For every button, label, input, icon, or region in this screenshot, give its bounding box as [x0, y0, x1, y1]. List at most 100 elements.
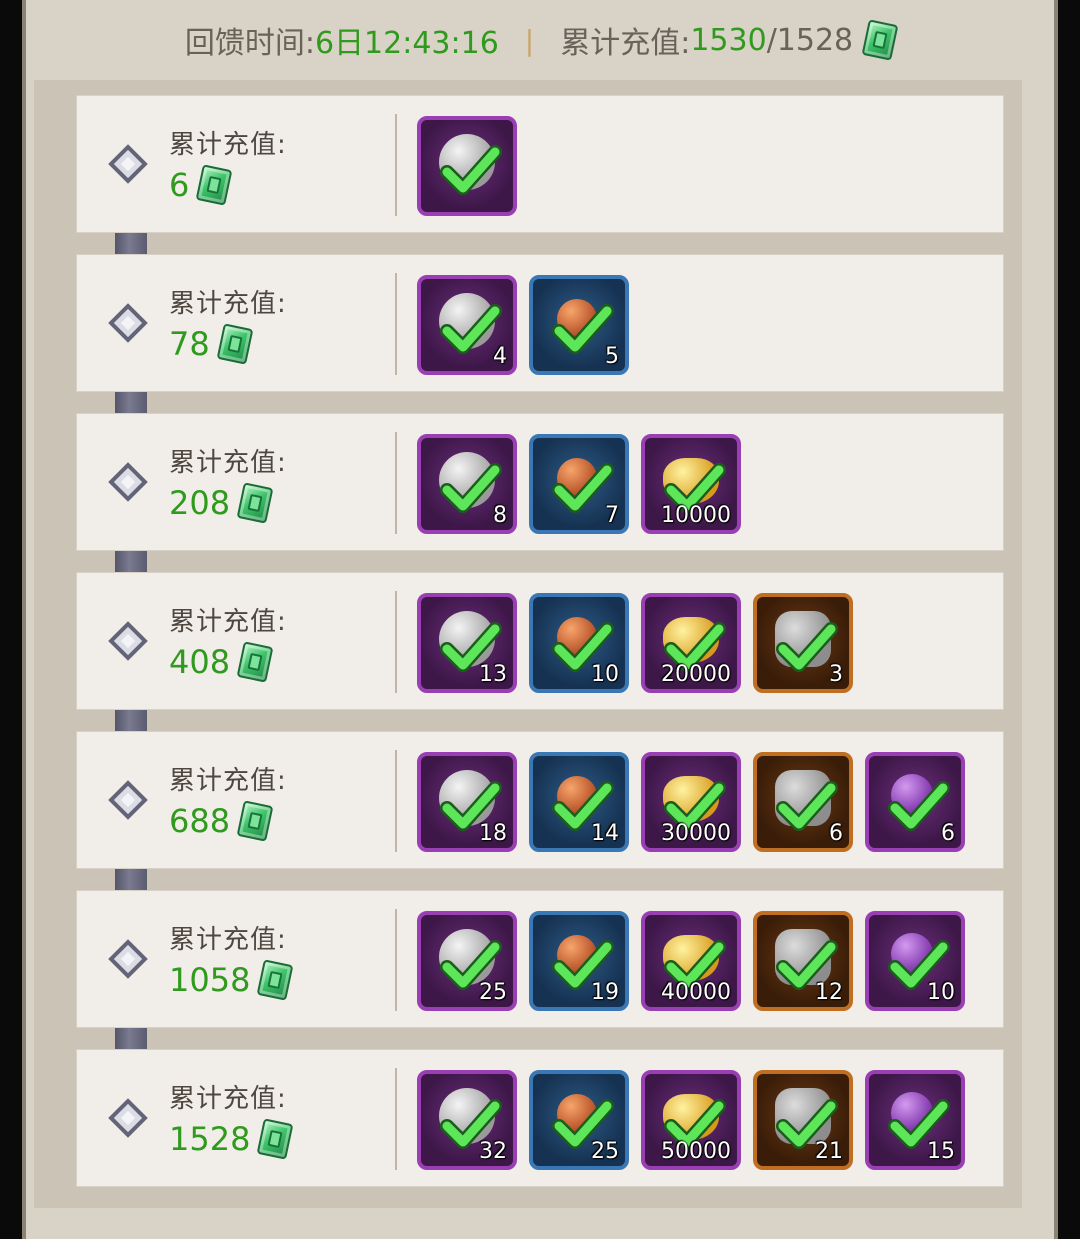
tier-amount-value: 1528: [169, 1120, 251, 1158]
reward-item-gold-ingot[interactable]: 30000: [641, 752, 741, 852]
tier-row: 累计充值: 6: [76, 95, 1004, 233]
reward-quantity: 10: [591, 662, 619, 687]
tier-label: 累计充值:: [169, 448, 287, 478]
header-bar: 回馈时间: 6日12:43:16 | 累计充值: 1530 /1528: [26, 10, 1054, 70]
recharge-target: /1528: [766, 22, 854, 58]
tier-amount: 6: [169, 164, 233, 206]
reward-item-ore[interactable]: 12: [753, 911, 853, 1011]
jade-gem-icon: [861, 19, 899, 61]
reward-item-purple-gem[interactable]: 15: [865, 1070, 965, 1170]
row-divider: [395, 909, 397, 1011]
reward-items: [417, 116, 517, 216]
tier-amount-value: 6: [169, 166, 190, 204]
tier-amount: 408: [169, 641, 274, 683]
reward-item-copper-orb[interactable]: 25: [529, 1070, 629, 1170]
reward-item-gold-ingot[interactable]: 40000: [641, 911, 741, 1011]
reward-quantity: 12: [815, 980, 843, 1005]
reward-quantity: 50000: [661, 1139, 731, 1164]
jade-gem-icon: [236, 800, 274, 842]
reward-item-silver-coin[interactable]: 4: [417, 275, 517, 375]
tier-row: 累计充值: 208 8 7 10000: [76, 413, 1004, 551]
reward-quantity: 6: [829, 821, 843, 846]
tier-row: 累计充值: 408 13 10 20000 3: [76, 572, 1004, 710]
tier-row: 累计充值: 1528 32 25 50000 21 15: [76, 1049, 1004, 1187]
reward-quantity: 5: [605, 344, 619, 369]
jade-gem-icon: [236, 641, 274, 683]
tier-amount-value: 408: [169, 643, 231, 681]
reward-item-copper-orb[interactable]: 19: [529, 911, 629, 1011]
row-divider: [395, 114, 397, 216]
reward-item-ore[interactable]: 3: [753, 593, 853, 693]
reward-items: 25 19 40000 12 10: [417, 911, 965, 1011]
tier-amount: 208: [169, 482, 274, 524]
jade-gem-icon: [257, 959, 294, 1001]
reward-item-purple-gem[interactable]: 6: [865, 752, 965, 852]
tier-amount-value: 688: [169, 802, 231, 840]
reward-quantity: 6: [941, 821, 955, 846]
reward-quantity: 25: [479, 980, 507, 1005]
tier-amount-value: 1058: [169, 961, 251, 999]
reward-item-gold-ingot[interactable]: 50000: [641, 1070, 741, 1170]
tier-label: 累计充值:: [169, 130, 287, 160]
reward-items: 45: [417, 275, 629, 375]
reward-item-silver-coin[interactable]: 13: [417, 593, 517, 693]
header-divider: |: [524, 23, 535, 57]
reward-item-copper-orb[interactable]: 10: [529, 593, 629, 693]
reward-item-purple-gem[interactable]: 10: [865, 911, 965, 1011]
time-value: 6日12:43:16: [314, 26, 499, 61]
row-divider: [395, 432, 397, 534]
reward-items: 32 25 50000 21 15: [417, 1070, 965, 1170]
tier-amount-value: 78: [169, 325, 210, 363]
tier-label: 累计充值:: [169, 289, 287, 319]
reward-items: 13 10 20000 3: [417, 593, 853, 693]
jade-gem-icon: [216, 323, 254, 365]
reward-quantity: 13: [479, 662, 507, 687]
tier-label: 累计充值:: [169, 607, 287, 637]
tier-amount: 78: [169, 323, 254, 365]
reward-quantity: 4: [493, 344, 507, 369]
tier-amount: 688: [169, 800, 274, 842]
reward-item-silver-coin[interactable]: 25: [417, 911, 517, 1011]
reward-item-ore[interactable]: 21: [753, 1070, 853, 1170]
reward-item-ore[interactable]: 6: [753, 752, 853, 852]
reward-item-copper-orb[interactable]: 14: [529, 752, 629, 852]
reward-item-silver-coin[interactable]: [417, 116, 517, 216]
reward-quantity: 10000: [661, 503, 731, 528]
tier-amount: 1528: [169, 1118, 294, 1160]
tier-row: 累计充值: 1058 25 19 40000 12 10: [76, 890, 1004, 1028]
reward-quantity: 14: [591, 821, 619, 846]
green-checkmark-icon: [440, 145, 502, 195]
row-divider: [395, 1068, 397, 1170]
reward-quantity: 30000: [661, 821, 731, 846]
reward-quantity: 7: [605, 503, 619, 528]
reward-quantity: 10: [927, 980, 955, 1005]
time-label: 回馈时间:: [184, 26, 315, 61]
reward-quantity: 15: [927, 1139, 955, 1164]
reward-item-silver-coin[interactable]: 32: [417, 1070, 517, 1170]
reward-quantity: 25: [591, 1139, 619, 1164]
reward-quantity: 8: [493, 503, 507, 528]
jade-gem-icon: [236, 482, 274, 524]
reward-quantity: 19: [591, 980, 619, 1005]
reward-quantity: 3: [829, 662, 843, 687]
reward-item-gold-ingot[interactable]: 20000: [641, 593, 741, 693]
tier-label: 累计充值:: [169, 1084, 287, 1114]
recharge-current: 1530: [690, 22, 767, 58]
reward-items: 18 14 30000 6 6: [417, 752, 965, 852]
row-divider: [395, 591, 397, 693]
reward-item-silver-coin[interactable]: 8: [417, 434, 517, 534]
tier-row: 累计充值: 688 18 14 30000 6 6: [76, 731, 1004, 869]
tier-amount-value: 208: [169, 484, 231, 522]
reward-item-copper-orb[interactable]: 7: [529, 434, 629, 534]
tier-label: 累计充值:: [169, 925, 287, 955]
reward-items: 8 7 10000: [417, 434, 741, 534]
reward-item-copper-orb[interactable]: 5: [529, 275, 629, 375]
row-divider: [395, 273, 397, 375]
reward-quantity: 40000: [661, 980, 731, 1005]
tier-label: 累计充值:: [169, 766, 287, 796]
reward-quantity: 18: [479, 821, 507, 846]
jade-gem-icon: [195, 164, 233, 206]
reward-quantity: 32: [479, 1139, 507, 1164]
reward-item-gold-ingot[interactable]: 10000: [641, 434, 741, 534]
reward-item-silver-coin[interactable]: 18: [417, 752, 517, 852]
